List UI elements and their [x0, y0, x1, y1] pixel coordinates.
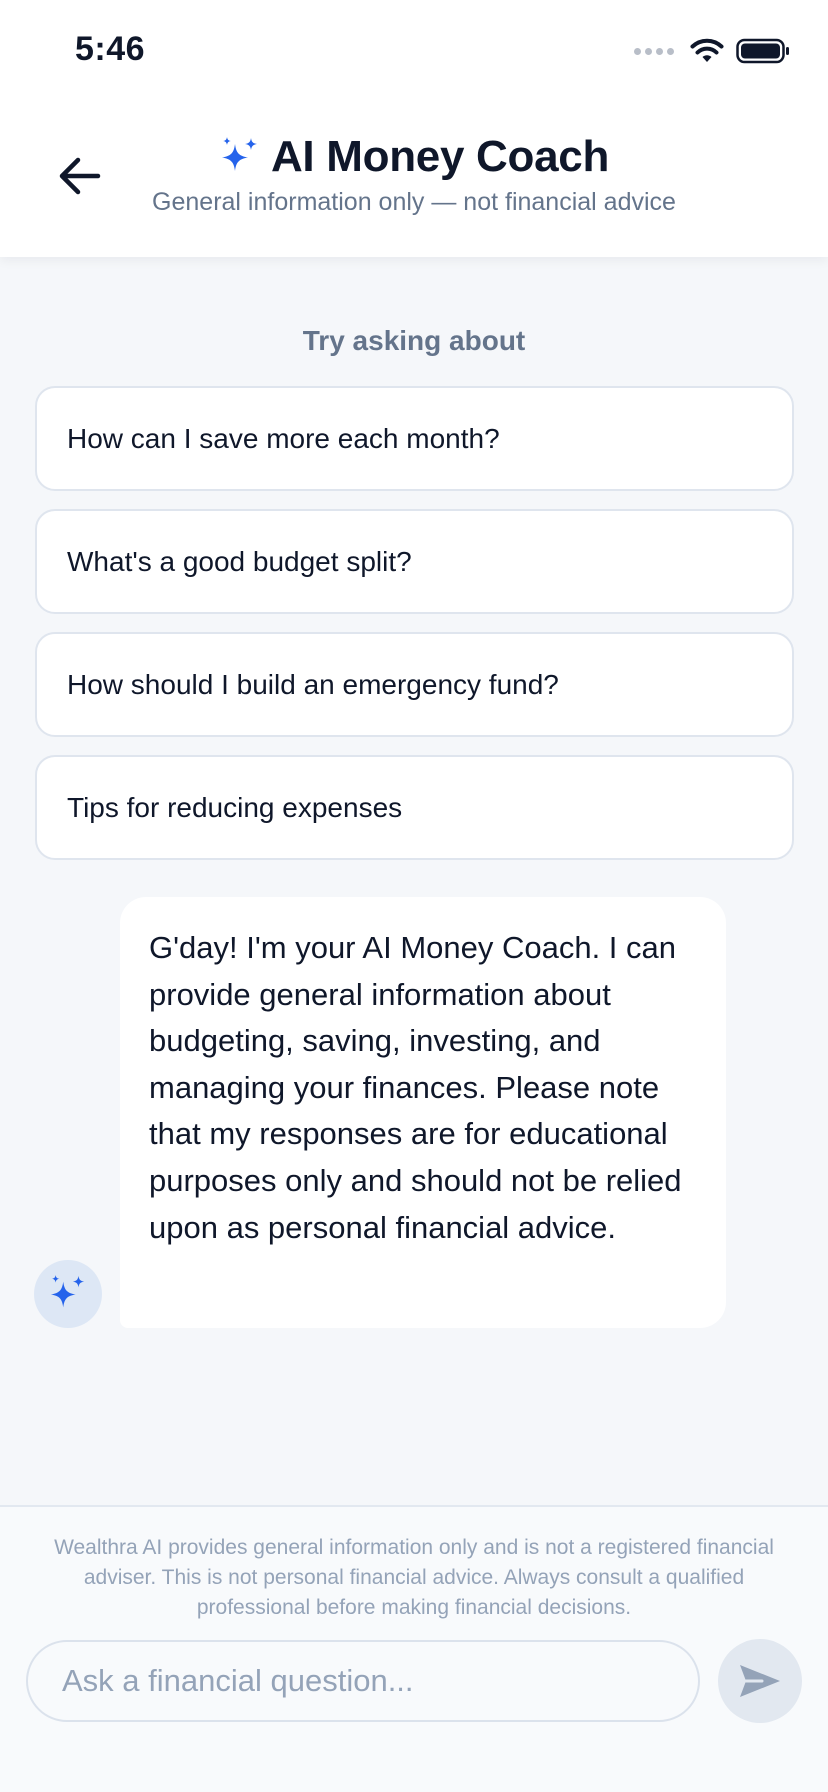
message-input[interactable] — [28, 1642, 698, 1720]
message-input-wrapper — [26, 1640, 700, 1722]
title-row: AI Money Coach — [0, 132, 828, 182]
chat-screen: 5:46 AI Money Coach General information … — [0, 0, 828, 1792]
sparkles-icon — [50, 1274, 85, 1308]
header: 5:46 AI Money Coach General information … — [0, 0, 828, 257]
status-time: 5:46 — [75, 30, 146, 68]
send-button[interactable] — [718, 1639, 802, 1723]
page-title: AI Money Coach — [270, 132, 610, 181]
wifi-icon — [690, 38, 724, 62]
suggestion-chip[interactable]: How can I save more each month? — [35, 386, 794, 491]
disclaimer-text: Wealthra AI provides general information… — [54, 1536, 774, 1619]
assistant-avatar — [34, 1260, 102, 1328]
assistant-message: G'day! I'm your AI Money Coach. I can pr… — [120, 897, 726, 1328]
send-icon — [740, 1665, 780, 1697]
cellular-signal-icon — [634, 47, 674, 55]
suggestion-chip[interactable]: How should I build an emergency fund? — [35, 632, 794, 737]
suggestion-chip[interactable]: What's a good budget split? — [35, 509, 794, 614]
sparkles-icon — [221, 137, 257, 171]
battery-icon — [736, 38, 789, 64]
suggestion-chip[interactable]: Tips for reducing expenses — [35, 755, 794, 860]
page-subtitle: General information only — not financial… — [152, 188, 676, 216]
status-icons — [634, 38, 790, 64]
suggestions-label: Try asking about — [302, 325, 526, 356]
